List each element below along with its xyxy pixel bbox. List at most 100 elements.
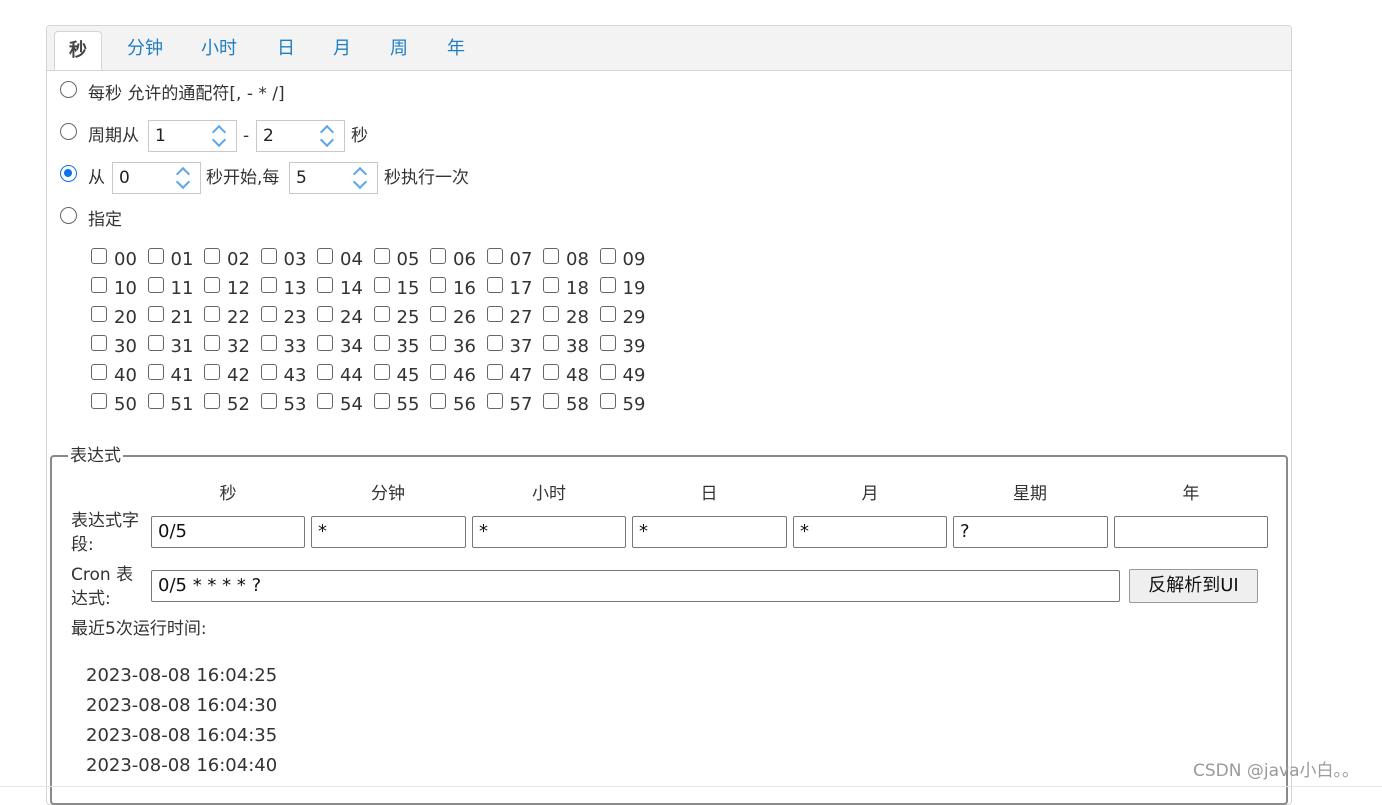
second-checkbox[interactable] (430, 248, 446, 264)
second-checkbox[interactable] (147, 248, 164, 264)
tab-week[interactable]: 周 (390, 36, 408, 62)
loop-start-spinner[interactable]: 0 (112, 162, 201, 194)
second-checkbox-label: 07 (509, 249, 533, 270)
second-checkbox[interactable] (91, 306, 107, 322)
second-checkbox[interactable] (317, 393, 333, 409)
second-checkbox[interactable] (260, 335, 277, 351)
second-checkbox[interactable] (204, 248, 220, 264)
cycle-to-spinner[interactable]: 2 (256, 120, 345, 152)
second-checkbox[interactable] (486, 306, 503, 322)
tab-year[interactable]: 年 (447, 36, 465, 62)
second-checkbox[interactable] (317, 306, 333, 322)
second-checkbox[interactable] (147, 277, 164, 293)
second-checkbox[interactable] (147, 393, 164, 409)
second-checkbox[interactable] (543, 364, 559, 380)
second-checkbox[interactable] (543, 306, 559, 322)
second-checkbox[interactable] (599, 364, 616, 380)
loop-step-spinner[interactable]: 5 (289, 162, 378, 194)
second-checkbox[interactable] (430, 306, 446, 322)
field-year-input[interactable] (1114, 516, 1268, 548)
second-checkbox[interactable] (260, 277, 277, 293)
second-checkbox[interactable] (599, 277, 616, 293)
spinner-arrows-icon[interactable] (349, 165, 375, 191)
tab-second[interactable]: 秒 (54, 31, 102, 70)
second-checkbox[interactable] (317, 277, 333, 293)
second-checkbox[interactable] (430, 364, 446, 380)
second-checkbox[interactable] (486, 248, 503, 264)
second-checkbox[interactable] (260, 306, 277, 322)
field-day-input[interactable]: * (632, 516, 787, 548)
radio-every-second[interactable] (60, 81, 77, 98)
field-month-input[interactable]: * (793, 516, 947, 548)
second-checkbox[interactable] (317, 364, 333, 380)
cycle-to-value: 2 (263, 126, 274, 146)
cron-expression-input[interactable]: 0/5 * * * * ? (151, 570, 1120, 602)
radio-loop[interactable] (60, 165, 77, 182)
parse-to-ui-button[interactable]: 反解析到UI (1129, 569, 1258, 603)
second-checkbox[interactable] (373, 364, 390, 380)
second-checkbox[interactable] (147, 306, 164, 322)
radio-cycle[interactable] (60, 123, 77, 140)
second-checkbox[interactable] (91, 364, 107, 380)
cycle-suffix-label: 秒 (351, 126, 368, 146)
second-checkbox[interactable] (260, 248, 277, 264)
second-checkbox[interactable] (599, 393, 616, 409)
second-checkbox[interactable] (91, 277, 107, 293)
second-checkbox[interactable] (430, 277, 446, 293)
second-checkbox[interactable] (599, 248, 616, 264)
radio-specify[interactable] (60, 207, 77, 224)
second-checkbox-label: 39 (622, 336, 646, 357)
spinner-arrows-icon[interactable] (172, 165, 198, 191)
second-checkbox[interactable] (543, 277, 559, 293)
second-checkbox[interactable] (260, 364, 277, 380)
second-checkbox[interactable] (147, 335, 164, 351)
second-checkbox[interactable] (486, 335, 503, 351)
second-checkbox[interactable] (543, 335, 559, 351)
second-checkbox[interactable] (260, 393, 277, 409)
second-checkbox[interactable] (430, 393, 446, 409)
second-checkbox[interactable] (373, 306, 390, 322)
second-checkbox[interactable] (373, 248, 390, 264)
second-checkbox[interactable] (543, 393, 559, 409)
second-checkbox-label: 45 (396, 365, 420, 386)
second-checkbox-label: 14 (340, 278, 363, 299)
second-checkbox[interactable] (373, 277, 390, 293)
cycle-from-spinner[interactable]: 1 (148, 120, 237, 152)
second-checkbox[interactable] (486, 393, 503, 409)
page-bottom-divider (0, 786, 1382, 787)
second-checkbox[interactable] (486, 277, 503, 293)
cycle-from-value: 1 (155, 126, 166, 146)
field-second-input[interactable]: 0/5 (151, 516, 305, 548)
second-checkbox[interactable] (204, 393, 220, 409)
second-checkbox[interactable] (373, 335, 390, 351)
second-checkbox[interactable] (317, 248, 333, 264)
field-weekday-input[interactable]: ? (953, 516, 1108, 548)
second-checkbox[interactable] (204, 306, 220, 322)
col-header-month: 月 (861, 484, 879, 504)
second-checkbox[interactable] (543, 248, 559, 264)
second-checkbox[interactable] (204, 364, 220, 380)
second-checkbox[interactable] (91, 393, 107, 409)
second-checkbox[interactable] (91, 248, 107, 264)
second-checkbox[interactable] (373, 393, 390, 409)
tab-month[interactable]: 月 (333, 36, 351, 62)
second-checkbox[interactable] (430, 335, 446, 351)
second-checkbox[interactable] (91, 335, 107, 351)
second-checkbox[interactable] (486, 364, 503, 380)
second-checkbox[interactable] (204, 335, 220, 351)
spinner-arrows-icon[interactable] (316, 123, 342, 149)
second-checkbox-label: 59 (622, 394, 646, 415)
second-checkbox-label: 21 (170, 307, 194, 328)
tab-day[interactable]: 日 (277, 36, 295, 62)
field-hour-input[interactable]: * (472, 516, 626, 548)
tab-hour[interactable]: 小时 (201, 36, 237, 62)
second-checkbox[interactable] (147, 364, 164, 380)
tab-minute[interactable]: 分钟 (127, 36, 163, 62)
second-checkbox[interactable] (599, 335, 616, 351)
field-minute-input[interactable]: * (311, 516, 466, 548)
spinner-arrows-icon[interactable] (208, 123, 234, 149)
second-checkbox[interactable] (317, 335, 333, 351)
second-checkbox[interactable] (599, 306, 616, 322)
col-header-weekday: 星期 (1013, 484, 1047, 504)
second-checkbox[interactable] (204, 277, 220, 293)
